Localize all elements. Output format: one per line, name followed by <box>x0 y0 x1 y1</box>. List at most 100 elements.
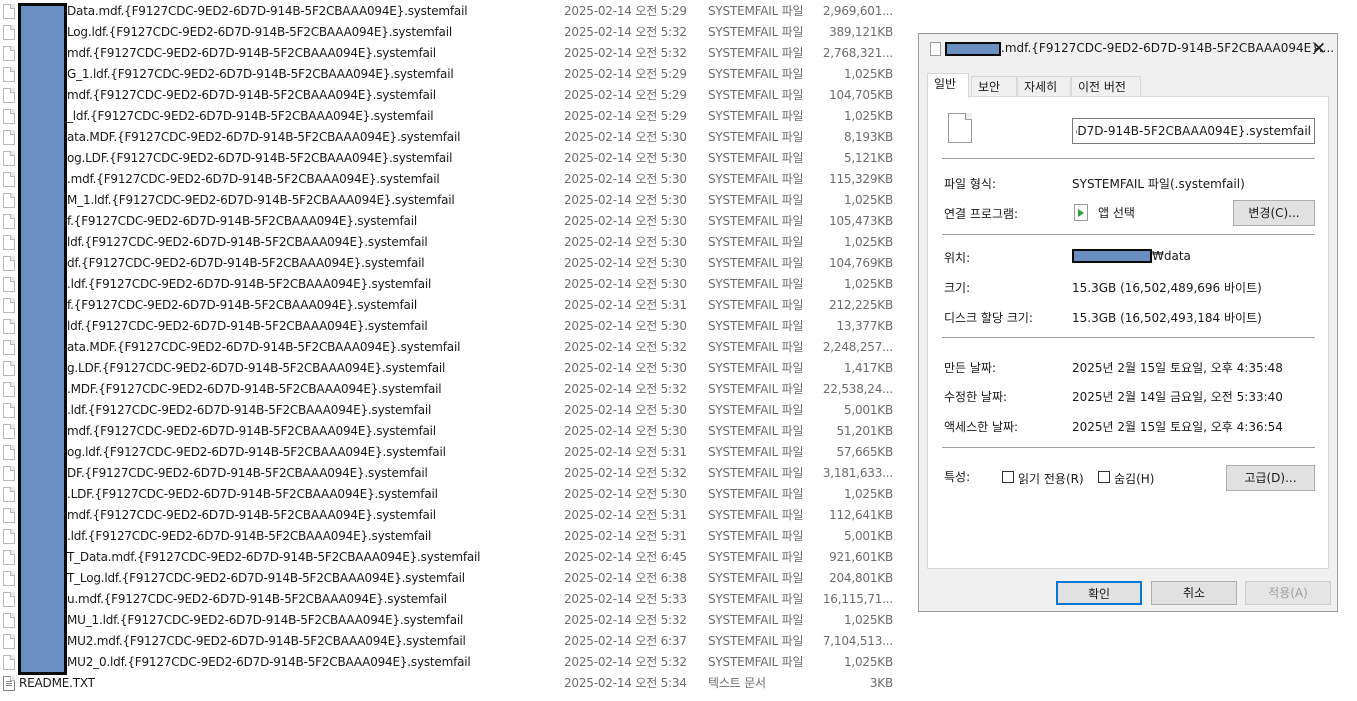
file-icon <box>3 298 15 313</box>
file-date: 2025-02-14 오전 5:33 <box>564 592 687 606</box>
file-size: 2,969,601... <box>822 4 893 18</box>
ok-button[interactable]: 확인 <box>1056 581 1142 605</box>
file-date: 2025-02-14 오전 5:30 <box>564 130 687 144</box>
file-row[interactable]: .mdf.{F9127CDC-9ED2-6D7D-914B-5F2CBAAA09… <box>0 169 905 190</box>
close-button[interactable]: ✕ <box>1307 38 1331 60</box>
file-icon <box>3 655 15 670</box>
file-row[interactable]: _ldf.{F9127CDC-9ED2-6D7D-914B-5F2CBAAA09… <box>0 106 905 127</box>
hidden-checkbox[interactable] <box>1098 471 1110 483</box>
file-row[interactable]: mdf.{F9127CDC-9ED2-6D7D-914B-5F2CBAAA094… <box>0 85 905 106</box>
file-row[interactable]: Data.mdf.{F9127CDC-9ED2-6D7D-914B-5F2CBA… <box>0 1 905 22</box>
file-icon <box>3 529 15 544</box>
file-row[interactable]: MU2_0.ldf.{F9127CDC-9ED2-6D7D-914B-5F2CB… <box>0 652 905 673</box>
file-row[interactable]: g.LDF.{F9127CDC-9ED2-6D7D-914B-5F2CBAAA0… <box>0 358 905 379</box>
file-type: SYSTEMFAIL 파일 <box>708 319 804 333</box>
file-size: 921,601KB <box>829 550 893 564</box>
file-type: SYSTEMFAIL 파일 <box>708 466 804 480</box>
file-row[interactable]: ata.MDF.{F9127CDC-9ED2-6D7D-914B-5F2CBAA… <box>0 127 905 148</box>
file-row[interactable]: .MDF.{F9127CDC-9ED2-6D7D-914B-5F2CBAAA09… <box>0 379 905 400</box>
file-row[interactable]: og.LDF.{F9127CDC-9ED2-6D7D-914B-5F2CBAAA… <box>0 148 905 169</box>
tab-details[interactable]: 자세히 <box>1017 76 1071 97</box>
file-row[interactable]: G_1.ldf.{F9127CDC-9ED2-6D7D-914B-5F2CBAA… <box>0 64 905 85</box>
file-row[interactable]: f.{F9127CDC-9ED2-6D7D-914B-5F2CBAAA094E}… <box>0 211 905 232</box>
file-icon <box>3 67 15 82</box>
file-row[interactable]: .ldf.{F9127CDC-9ED2-6D7D-914B-5F2CBAAA09… <box>0 274 905 295</box>
file-type: SYSTEMFAIL 파일 <box>708 613 804 627</box>
file-size: 57,665KB <box>836 445 894 459</box>
file-row[interactable]: mdf.{F9127CDC-9ED2-6D7D-914B-5F2CBAAA094… <box>0 505 905 526</box>
file-large-icon <box>948 113 972 143</box>
tab-previous-versions[interactable]: 이전 버전 <box>1071 76 1141 97</box>
file-date: 2025-02-14 오전 5:30 <box>564 277 687 291</box>
file-row[interactable]: Log.ldf.{F9127CDC-9ED2-6D7D-914B-5F2CBAA… <box>0 22 905 43</box>
advanced-button[interactable]: 고급(D)... <box>1226 465 1315 491</box>
file-name: ldf.{F9127CDC-9ED2-6D7D-914B-5F2CBAAA094… <box>67 235 428 249</box>
file-name: Log.ldf.{F9127CDC-9ED2-6D7D-914B-5F2CBAA… <box>67 25 452 39</box>
file-size: 389,121KB <box>829 25 893 39</box>
file-name: MU2.mdf.{F9127CDC-9ED2-6D7D-914B-5F2CBAA… <box>67 634 466 648</box>
readonly-checkbox[interactable] <box>1002 471 1014 483</box>
file-row[interactable]: f.{F9127CDC-9ED2-6D7D-914B-5F2CBAAA094E}… <box>0 295 905 316</box>
file-icon <box>3 277 15 292</box>
file-row[interactable]: .LDF.{F9127CDC-9ED2-6D7D-914B-5F2CBAAA09… <box>0 484 905 505</box>
file-date: 2025-02-14 오전 6:38 <box>564 571 687 585</box>
file-icon <box>3 256 15 271</box>
file-name: M_1.ldf.{F9127CDC-9ED2-6D7D-914B-5F2CBAA… <box>67 193 455 207</box>
file-date: 2025-02-14 오전 5:30 <box>564 172 687 186</box>
cancel-button[interactable]: 취소 <box>1151 581 1237 605</box>
file-row[interactable]: M_1.ldf.{F9127CDC-9ED2-6D7D-914B-5F2CBAA… <box>0 190 905 211</box>
file-date: 2025-02-14 오전 5:29 <box>564 109 687 123</box>
file-name: mdf.{F9127CDC-9ED2-6D7D-914B-5F2CBAAA094… <box>67 46 436 60</box>
file-size: 51,201KB <box>836 424 894 438</box>
file-row[interactable]: ldf.{F9127CDC-9ED2-6D7D-914B-5F2CBAAA094… <box>0 316 905 337</box>
file-type: SYSTEMFAIL 파일 <box>708 193 804 207</box>
tab-security[interactable]: 보안 <box>971 76 1017 97</box>
size-label: 크기: <box>944 281 971 295</box>
file-name: .LDF.{F9127CDC-9ED2-6D7D-914B-5F2CBAAA09… <box>67 487 438 501</box>
dialog-title: .mdf.{F9127CDC-9ED2-6D7D-914B-5F2CBAAA09… <box>1001 41 1335 55</box>
file-icon <box>3 214 15 229</box>
file-row[interactable]: mdf.{F9127CDC-9ED2-6D7D-914B-5F2CBAAA094… <box>0 421 905 442</box>
file-size: 5,121KB <box>843 151 893 165</box>
file-date: 2025-02-14 오전 5:32 <box>564 25 687 39</box>
file-name: mdf.{F9127CDC-9ED2-6D7D-914B-5F2CBAAA094… <box>67 424 436 438</box>
file-type: SYSTEMFAIL 파일 <box>708 46 804 60</box>
file-icon <box>3 109 15 124</box>
file-icon <box>3 466 15 481</box>
file-type: SYSTEMFAIL 파일 <box>708 298 804 312</box>
file-size: 1,025KB <box>843 277 893 291</box>
tab-general[interactable]: 일반 <box>927 73 969 98</box>
accessed-value: 2025년 2월 15일 토요일, 오후 4:36:54 <box>1072 420 1283 434</box>
file-row[interactable]: og.ldf.{F9127CDC-9ED2-6D7D-914B-5F2CBAAA… <box>0 442 905 463</box>
file-icon <box>3 340 15 355</box>
file-row[interactable]: ldf.{F9127CDC-9ED2-6D7D-914B-5F2CBAAA094… <box>0 232 905 253</box>
file-icon <box>930 42 941 56</box>
file-size: 115,329KB <box>829 172 893 186</box>
file-row[interactable]: mdf.{F9127CDC-9ED2-6D7D-914B-5F2CBAAA094… <box>0 43 905 64</box>
file-row[interactable]: MU_1.ldf.{F9127CDC-9ED2-6D7D-914B-5F2CBA… <box>0 610 905 631</box>
file-row[interactable]: df.{F9127CDC-9ED2-6D7D-914B-5F2CBAAA094E… <box>0 253 905 274</box>
file-row-readme[interactable]: README.TXT 2025-02-14 오전 5:34 텍스트 문서 3KB <box>0 673 905 694</box>
file-row[interactable]: T_Log.ldf.{F9127CDC-9ED2-6D7D-914B-5F2CB… <box>0 568 905 589</box>
file-name: .MDF.{F9127CDC-9ED2-6D7D-914B-5F2CBAAA09… <box>67 382 442 396</box>
file-row[interactable]: ata.MDF.{F9127CDC-9ED2-6D7D-914B-5F2CBAA… <box>0 337 905 358</box>
file-row[interactable]: DF.{F9127CDC-9ED2-6D7D-914B-5F2CBAAA094E… <box>0 463 905 484</box>
file-row[interactable]: MU2.mdf.{F9127CDC-9ED2-6D7D-914B-5F2CBAA… <box>0 631 905 652</box>
filename-input[interactable] <box>1072 118 1315 144</box>
file-row[interactable]: .ldf.{F9127CDC-9ED2-6D7D-914B-5F2CBAAA09… <box>0 400 905 421</box>
file-icon <box>3 424 15 439</box>
file-date: 2025-02-14 오전 5:31 <box>564 529 687 543</box>
file-type: SYSTEMFAIL 파일 <box>708 256 804 270</box>
file-date: 2025-02-14 오전 5:30 <box>564 319 687 333</box>
file-name: MU2_0.ldf.{F9127CDC-9ED2-6D7D-914B-5F2CB… <box>67 655 471 669</box>
file-name: README.TXT <box>19 676 95 690</box>
file-row[interactable]: T_Data.mdf.{F9127CDC-9ED2-6D7D-914B-5F2C… <box>0 547 905 568</box>
file-row[interactable]: .ldf.{F9127CDC-9ED2-6D7D-914B-5F2CBAAA09… <box>0 526 905 547</box>
file-row[interactable]: u.mdf.{F9127CDC-9ED2-6D7D-914B-5F2CBAAA0… <box>0 589 905 610</box>
file-size: 1,025KB <box>843 613 893 627</box>
file-type: SYSTEMFAIL 파일 <box>708 340 804 354</box>
change-button[interactable]: 변경(C)... <box>1233 200 1315 226</box>
apply-button[interactable]: 적용(A) <box>1245 581 1331 605</box>
file-date: 2025-02-14 오전 6:45 <box>564 550 687 564</box>
file-icon <box>3 361 15 376</box>
